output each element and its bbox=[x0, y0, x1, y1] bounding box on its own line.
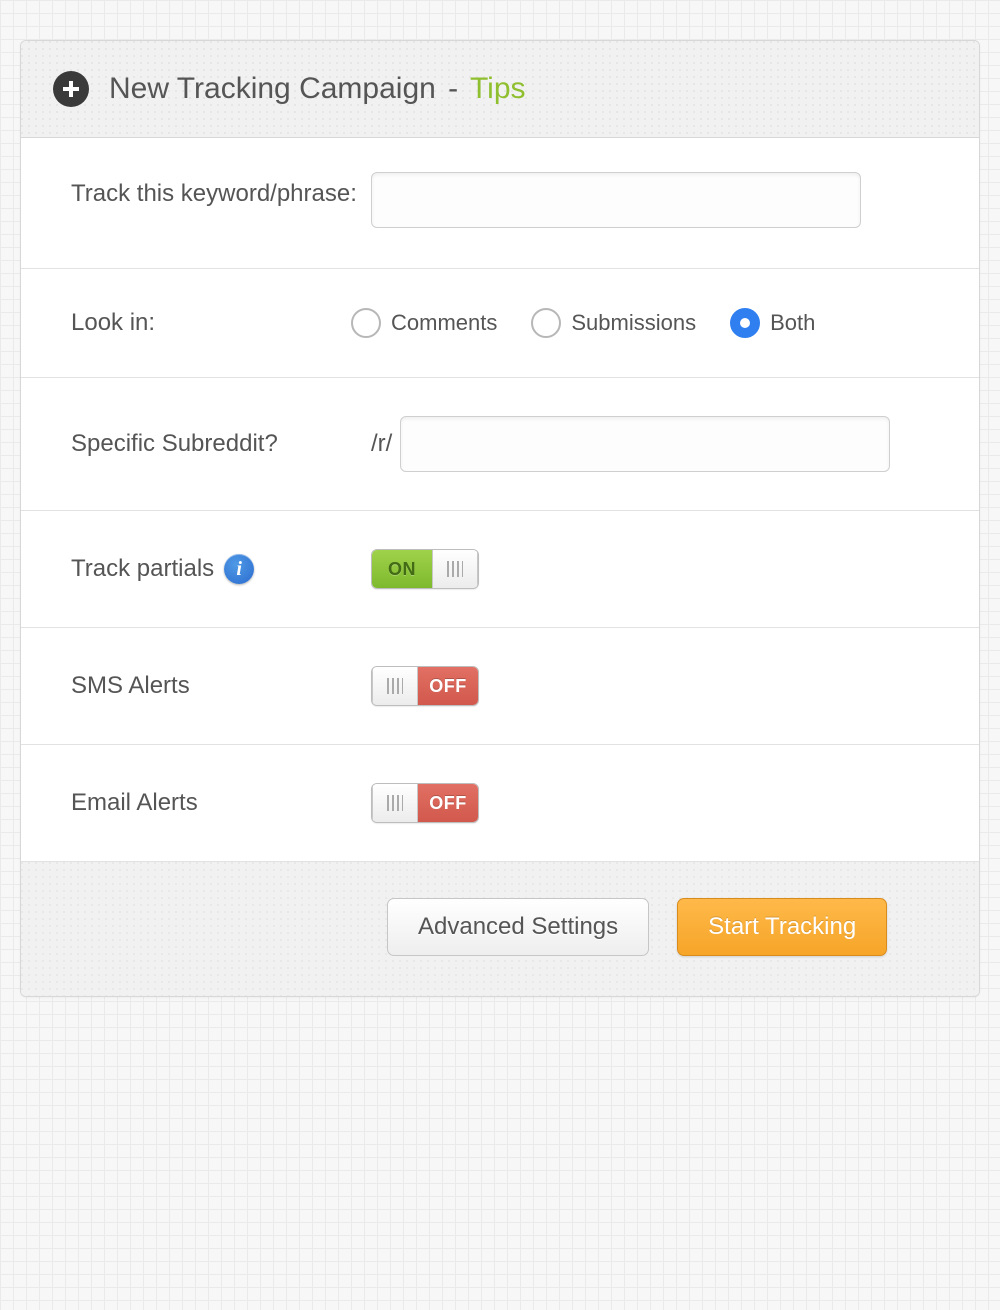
toggle-off-label: OFF bbox=[418, 667, 478, 705]
subreddit-input[interactable] bbox=[400, 416, 890, 472]
panel-title-text: New Tracking Campaign bbox=[109, 72, 436, 105]
plus-icon bbox=[53, 71, 89, 107]
radio-both-indicator bbox=[730, 308, 760, 338]
radio-both-label: Both bbox=[770, 310, 815, 336]
tips-link[interactable]: Tips bbox=[470, 72, 526, 105]
panel-title: New Tracking Campaign - Tips bbox=[109, 72, 526, 106]
subreddit-label: Specific Subreddit? bbox=[71, 428, 371, 460]
toggle-knob bbox=[432, 550, 478, 588]
advanced-settings-button[interactable]: Advanced Settings bbox=[387, 898, 649, 956]
radio-submissions-label: Submissions bbox=[571, 310, 696, 336]
sms-alerts-label: SMS Alerts bbox=[71, 670, 371, 702]
toggle-off-label: OFF bbox=[418, 784, 478, 822]
look-in-label: Look in: bbox=[71, 307, 371, 339]
row-keyword: Track this keyword/phrase: bbox=[21, 138, 979, 269]
subreddit-prefix: /r/ bbox=[371, 430, 392, 458]
email-alerts-label: Email Alerts bbox=[71, 787, 371, 819]
keyword-label: Track this keyword/phrase: bbox=[71, 178, 371, 210]
sms-alerts-toggle[interactable]: OFF bbox=[371, 666, 479, 706]
row-sms-alerts: SMS Alerts OFF bbox=[21, 628, 979, 745]
toggle-knob bbox=[372, 667, 418, 705]
toggle-on-label: ON bbox=[372, 550, 432, 588]
look-in-radio-group: Comments Submissions Both bbox=[351, 308, 815, 338]
row-track-partials: Track partials i ON bbox=[21, 511, 979, 628]
radio-comments-label: Comments bbox=[391, 310, 497, 336]
new-campaign-panel: New Tracking Campaign - Tips Track this … bbox=[20, 40, 980, 997]
toggle-knob bbox=[372, 784, 418, 822]
radio-submissions-indicator bbox=[531, 308, 561, 338]
email-alerts-toggle[interactable]: OFF bbox=[371, 783, 479, 823]
radio-both[interactable]: Both bbox=[730, 308, 815, 338]
keyword-input[interactable] bbox=[371, 172, 861, 228]
start-tracking-button[interactable]: Start Tracking bbox=[677, 898, 887, 956]
info-icon[interactable]: i bbox=[224, 554, 254, 584]
row-look-in: Look in: Comments Submissions Both bbox=[21, 269, 979, 378]
track-partials-label: Track partials bbox=[71, 553, 214, 585]
panel-header: New Tracking Campaign - Tips bbox=[21, 41, 979, 138]
radio-submissions[interactable]: Submissions bbox=[531, 308, 696, 338]
radio-comments[interactable]: Comments bbox=[351, 308, 497, 338]
panel-footer: Advanced Settings Start Tracking bbox=[21, 862, 979, 996]
track-partials-toggle[interactable]: ON bbox=[371, 549, 479, 589]
row-email-alerts: Email Alerts OFF bbox=[21, 745, 979, 862]
panel-title-separator: - bbox=[444, 72, 462, 105]
row-subreddit: Specific Subreddit? /r/ bbox=[21, 378, 979, 511]
radio-comments-indicator bbox=[351, 308, 381, 338]
